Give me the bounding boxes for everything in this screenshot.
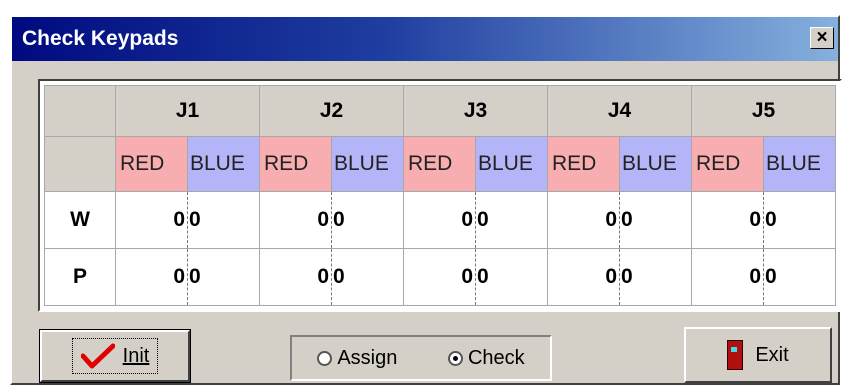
j4-blue-label: BLUE: [619, 135, 692, 192]
assign-radio-label: Assign: [337, 346, 398, 369]
check-radio-label: Check: [467, 346, 525, 369]
w-j2-red-value: 0: [259, 190, 332, 249]
w-j5-red-value: 0: [691, 190, 764, 249]
p-j5-blue-value: 0: [763, 247, 836, 307]
radio-checked-icon: [447, 350, 463, 366]
w-j4-red-value: 0: [547, 190, 620, 249]
mode-radio-group: Assign Check: [290, 335, 552, 381]
j4-red-label: RED: [547, 135, 620, 192]
w-j1-blue-value: 0: [187, 190, 260, 249]
checkmark-icon: [80, 343, 115, 369]
keypad-grid: J1 J2 J3 J4 J5 RED BLUE RED BLUE RED BLU…: [38, 79, 842, 312]
w-j2-blue-value: 0: [331, 190, 404, 249]
close-button[interactable]: ×: [810, 27, 834, 49]
w-j1-red-value: 0: [115, 190, 188, 249]
j2-blue-label: BLUE: [331, 135, 404, 192]
subheader-corner-cell: [44, 135, 116, 192]
assign-radio[interactable]: Assign: [317, 347, 397, 370]
door-icon: [727, 340, 744, 370]
radio-unchecked-icon: [317, 350, 333, 366]
column-header-j2: J2: [259, 85, 404, 137]
p-j1-blue-value: 0: [187, 247, 260, 307]
j5-red-label: RED: [691, 135, 764, 192]
row-header-p: P: [44, 247, 116, 307]
column-header-j3: J3: [403, 85, 548, 137]
w-j3-blue-value: 0: [475, 190, 548, 249]
p-j4-blue-value: 0: [619, 247, 692, 307]
column-header-j1: J1: [115, 85, 260, 137]
init-button-label: Init: [122, 344, 150, 367]
grid-corner-cell: [44, 85, 116, 137]
table-row: P 0 0 0 0 0 0 0 0 0 0: [44, 247, 836, 307]
p-j2-blue-value: 0: [331, 247, 404, 307]
p-j2-red-value: 0: [259, 247, 332, 307]
init-button[interactable]: Init: [39, 329, 191, 383]
p-j3-blue-value: 0: [475, 247, 548, 307]
j3-blue-label: BLUE: [475, 135, 548, 192]
p-j4-red-value: 0: [547, 247, 620, 307]
exit-button-label: Exit: [755, 343, 789, 366]
p-j5-red-value: 0: [691, 247, 764, 307]
w-j5-blue-value: 0: [763, 190, 836, 249]
j5-blue-label: BLUE: [763, 135, 836, 192]
j3-red-label: RED: [403, 135, 476, 192]
title-bar: Check Keypads ×: [12, 17, 838, 61]
p-j1-red-value: 0: [115, 247, 188, 307]
column-header-j5: J5: [691, 85, 836, 137]
w-j3-red-value: 0: [403, 190, 476, 249]
j2-red-label: RED: [259, 135, 332, 192]
exit-button[interactable]: Exit: [684, 327, 832, 383]
window-title: Check Keypads: [22, 27, 179, 50]
w-j4-blue-value: 0: [619, 190, 692, 249]
row-header-w: W: [44, 190, 116, 249]
column-header-j4: J4: [547, 85, 692, 137]
check-keypads-dialog: Check Keypads × J1 J2 J3 J4 J5 RED BLUE …: [10, 15, 842, 385]
p-j3-red-value: 0: [403, 247, 476, 307]
j1-blue-label: BLUE: [187, 135, 260, 192]
table-row: W 0 0 0 0 0 0 0 0 0 0: [44, 190, 836, 249]
j1-red-label: RED: [115, 135, 188, 192]
check-radio[interactable]: Check: [447, 346, 525, 370]
